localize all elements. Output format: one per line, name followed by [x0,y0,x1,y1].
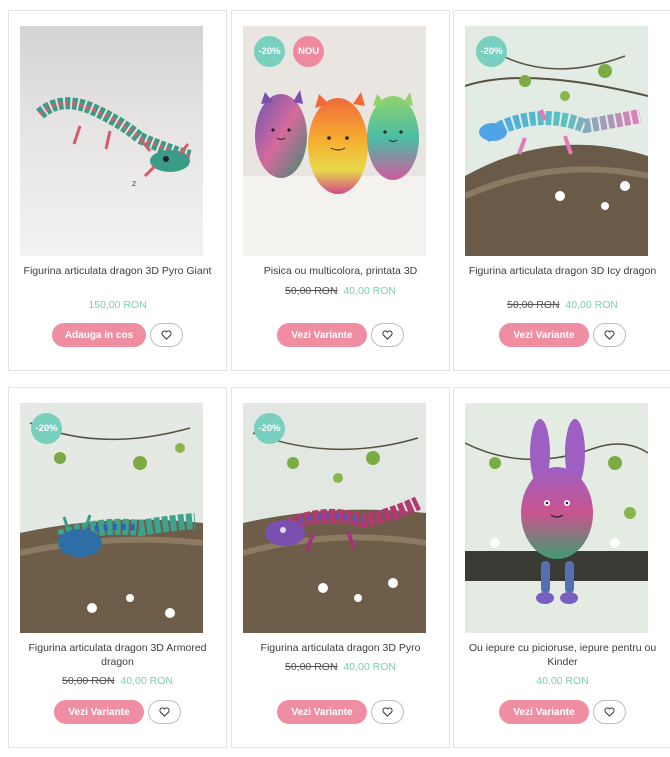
product-card: Ou iepure cu picioruse, iepure pentru ou… [453,387,670,748]
wishlist-button[interactable] [593,323,626,347]
wishlist-button[interactable] [593,700,626,724]
wishlist-button[interactable] [148,700,181,724]
product-title[interactable]: Pisica ou multicolora, printata 3D [238,264,443,278]
product-price: 40,00 RON [454,675,670,687]
product-card: -20% NOU Pisica ou multicolora, printata… [231,10,450,371]
product-image[interactable]: Z [20,26,203,256]
product-grid: Z Figurina articulata dragon 3D Pyro Gia… [0,0,670,757]
price-old: 50,00 RON [285,661,338,673]
view-variants-button[interactable]: Vezi Variante [499,700,589,724]
card-actions: Vezi Variante [232,700,449,724]
heart-icon [382,330,393,340]
price-old: 50,00 RON [285,285,338,297]
price-current: 40,00 RON [343,285,396,297]
heart-icon [161,330,172,340]
card-actions: Vezi Variante [454,323,670,347]
discount-badge: -20% [254,36,285,67]
product-card: -20% Figurina articulata dragon 3D Pyro … [231,387,450,748]
product-price: 50,00 RON 40,00 RON [232,285,449,297]
product-price: 50,00 RON 40,00 RON [454,299,670,311]
heart-icon [604,707,615,717]
product-image[interactable]: -20% [20,403,203,633]
product-image[interactable] [465,403,648,633]
discount-badge: -20% [254,413,285,444]
wishlist-button[interactable] [150,323,184,347]
product-image[interactable]: -20% [243,403,426,633]
product-price: 150,00 RON [9,299,226,311]
product-price: 50,00 RON 40,00 RON [9,675,226,687]
card-actions: Adauga in cos [9,323,226,347]
price-old: 50,00 RON [507,299,560,311]
product-title[interactable]: Figurina articulata dragon 3D Armored dr… [15,641,220,669]
price-current: 40,00 RON [343,661,396,673]
product-image[interactable]: -20% [465,26,648,256]
discount-badge: -20% [476,36,507,67]
heart-icon [159,707,170,717]
view-variants-button[interactable]: Vezi Variante [277,323,367,347]
price-old: 50,00 RON [62,675,115,687]
product-title[interactable]: Figurina articulata dragon 3D Icy dragon [460,264,665,278]
card-actions: Vezi Variante [232,323,449,347]
price-current: 40,00 RON [565,299,618,311]
heart-icon [604,330,615,340]
price-current: 150,00 RON [88,299,147,311]
product-card: -20% Figurina articulata dragon 3D Armor… [8,387,227,748]
new-badge: NOU [293,36,324,67]
wishlist-button[interactable] [371,323,404,347]
price-current: 40,00 RON [120,675,173,687]
product-title[interactable]: Ou iepure cu picioruse, iepure pentru ou… [460,641,665,669]
discount-badge: -20% [31,413,62,444]
view-variants-button[interactable]: Vezi Variante [277,700,367,724]
card-actions: Vezi Variante [9,700,226,724]
view-variants-button[interactable]: Vezi Variante [54,700,144,724]
view-variants-button[interactable]: Vezi Variante [499,323,589,347]
card-actions: Vezi Variante [454,700,670,724]
price-current: 40,00 RON [536,675,589,687]
product-price: 50,00 RON 40,00 RON [232,661,449,673]
add-to-cart-button[interactable]: Adauga in cos [51,323,147,347]
product-image[interactable]: -20% NOU [243,26,426,256]
product-title[interactable]: Figurina articulata dragon 3D Pyro [238,641,443,655]
product-card: Z Figurina articulata dragon 3D Pyro Gia… [8,10,227,371]
product-card: -20% Figurina articulata dragon 3D Icy d… [453,10,670,371]
wishlist-button[interactable] [371,700,404,724]
svg-text:Z: Z [132,181,136,188]
product-title[interactable]: Figurina articulata dragon 3D Pyro Giant [15,264,220,278]
heart-icon [382,707,393,717]
